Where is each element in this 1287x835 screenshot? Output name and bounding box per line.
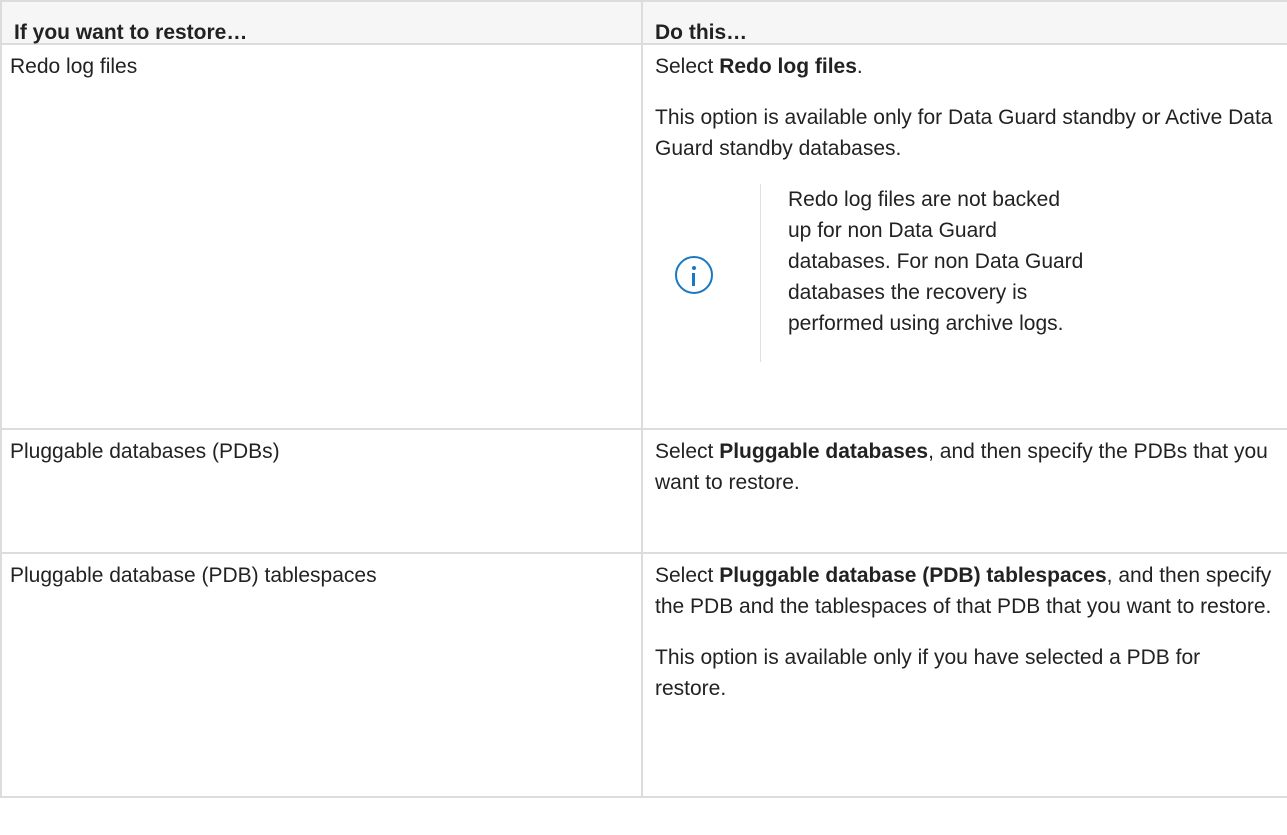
restore-target-pdbs: Pluggable databases (PDBs)	[10, 440, 280, 463]
table-header-row: If you want to restore… Do this…	[0, 0, 1287, 45]
restore-target-cell: Pluggable databases (PDBs)	[0, 428, 643, 554]
table-row: Redo log files Select Redo log files. Th…	[0, 43, 1287, 430]
option-name-redo-log-files: Redo log files	[719, 55, 857, 78]
availability-note: This option is available only if you hav…	[655, 646, 1201, 700]
option-name-pdb-tablespaces: Pluggable database (PDB) tablespaces	[719, 564, 1107, 587]
action-suffix: .	[856, 55, 863, 78]
header-restore-target: If you want to restore…	[0, 0, 643, 45]
action-prefix: Select	[655, 440, 720, 463]
header-action: Do this…	[641, 0, 1287, 45]
table-row: Pluggable database (PDB) tablespaces Sel…	[0, 552, 1287, 798]
restore-options-table: If you want to restore… Do this… Redo lo…	[0, 0, 1287, 798]
action-cell: Select Redo log files. This option is av…	[641, 43, 1287, 430]
table-row: Pluggable databases (PDBs) Select Plugga…	[0, 428, 1287, 554]
info-icon	[675, 256, 713, 294]
restore-target-pdb-tablespaces: Pluggable database (PDB) tablespaces	[10, 564, 377, 587]
action-instruction: Select Redo log files.	[655, 51, 1276, 82]
availability-note: This option is available only for Data G…	[655, 106, 1273, 160]
action-cell: Select Pluggable database (PDB) tablespa…	[641, 552, 1287, 798]
restore-target-cell: Redo log files	[0, 43, 643, 430]
action-cell: Select Pluggable databases, and then spe…	[641, 428, 1287, 554]
action-instruction: Select Pluggable database (PDB) tablespa…	[655, 560, 1276, 622]
header-restore-target-label: If you want to restore…	[14, 21, 248, 44]
action-prefix: Select	[655, 564, 720, 587]
note-divider	[760, 184, 761, 362]
option-name-pluggable-databases: Pluggable databases	[719, 440, 929, 463]
restore-target-cell: Pluggable database (PDB) tablespaces	[0, 552, 643, 798]
action-instruction: Select Pluggable databases, and then spe…	[655, 436, 1276, 498]
action-prefix: Select	[655, 55, 720, 78]
info-note: Redo log files are not backed up for non…	[655, 184, 1276, 374]
header-action-label: Do this…	[655, 21, 748, 44]
info-note-text: Redo log files are not backed up for non…	[788, 188, 1084, 335]
restore-target-redo-logs: Redo log files	[10, 55, 138, 78]
